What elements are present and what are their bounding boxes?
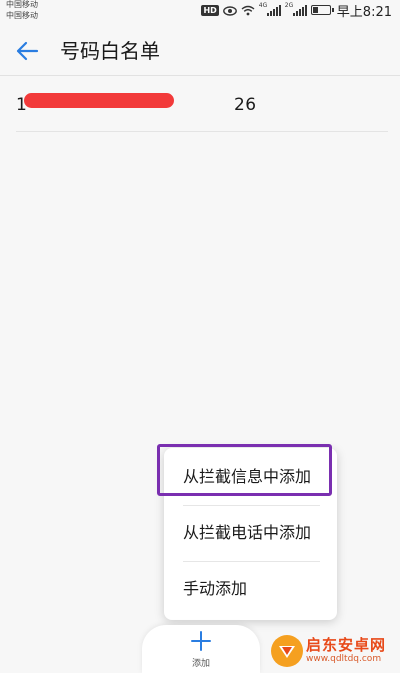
menu-item-label: 手动添加	[183, 579, 248, 598]
wifi-icon	[241, 1, 255, 20]
menu-item-add-manually[interactable]: 手动添加	[164, 562, 337, 618]
redaction-mark	[24, 93, 174, 108]
watermark-name: 启东安卓网	[306, 636, 387, 654]
carrier-label-1: 中国移动	[6, 0, 38, 9]
screen: 中国移动 中国移动 HD 4G 2G 早上8:21 号码白名单 1 26 从拦截…	[0, 0, 400, 673]
header-divider	[0, 75, 400, 76]
row-divider	[16, 131, 388, 132]
add-button[interactable]: 添加	[142, 625, 260, 673]
status-time: 早上8:21	[336, 4, 392, 20]
plus-icon	[191, 631, 211, 651]
status-bar: 中国移动 中国移动 HD 4G 2G 早上8:21	[0, 0, 400, 22]
signal-icon-2: 2G	[285, 2, 307, 16]
battery-icon	[310, 5, 334, 15]
menu-item-label: 从拦截电话中添加	[183, 523, 312, 542]
watermark: 启东安卓网 www.qdltdq.com	[270, 632, 398, 672]
signal-icon-1: 4G	[259, 2, 281, 16]
page-title: 号码白名单	[60, 39, 160, 63]
add-menu: 从拦截信息中添加 从拦截电话中添加 手动添加	[164, 448, 337, 620]
add-button-label: 添加	[191, 659, 210, 669]
carrier-label-2: 中国移动	[6, 11, 38, 20]
menu-item-add-from-blocked-messages[interactable]: 从拦截信息中添加	[164, 450, 337, 506]
app-header: 号码白名单	[0, 28, 400, 74]
arrow-left-icon	[16, 41, 39, 61]
back-button[interactable]	[12, 36, 42, 66]
whitelist-entry[interactable]: 1 26	[16, 88, 388, 132]
menu-item-add-from-blocked-calls[interactable]: 从拦截电话中添加	[164, 506, 337, 562]
eye-icon	[222, 1, 237, 20]
watermark-logo-icon	[271, 635, 303, 667]
watermark-url: www.qdltdq.com	[306, 654, 382, 664]
menu-item-label: 从拦截信息中添加	[183, 467, 312, 486]
hd-badge: HD	[201, 4, 219, 16]
status-icons: HD 4G 2G 早上8:21	[201, 1, 392, 20]
